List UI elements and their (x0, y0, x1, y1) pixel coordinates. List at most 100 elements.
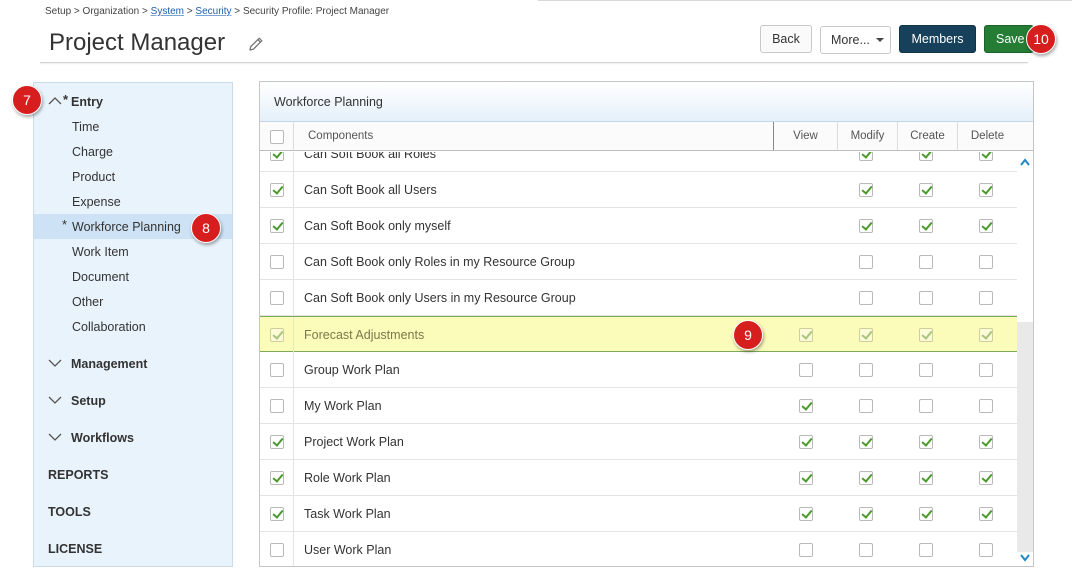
select-all-checkbox[interactable] (270, 130, 284, 144)
sidebar-item-charge[interactable]: Charge (34, 139, 232, 164)
breadcrumb-system[interactable]: System (151, 6, 184, 17)
table-row[interactable]: Group Work Plan (260, 352, 1017, 388)
table-row[interactable]: Can Soft Book only myself (260, 208, 1017, 244)
create-checkbox[interactable] (919, 291, 933, 305)
table-row[interactable]: User Work Plan (260, 532, 1017, 566)
back-button[interactable]: Back (760, 25, 812, 53)
delete-checkbox[interactable] (979, 543, 993, 557)
row-select-checkbox[interactable] (270, 363, 284, 377)
create-checkbox[interactable] (919, 363, 933, 377)
view-checkbox[interactable] (799, 471, 813, 485)
create-checkbox[interactable] (919, 152, 933, 161)
view-checkbox[interactable] (799, 399, 813, 413)
delete-checkbox[interactable] (979, 255, 993, 269)
sidebar-item-other[interactable]: Other (34, 289, 232, 314)
modify-checkbox[interactable] (859, 219, 873, 233)
sidebar-item-collaboration[interactable]: Collaboration (34, 314, 232, 339)
column-header-modify[interactable]: Modify (838, 122, 897, 150)
create-checkbox[interactable] (919, 255, 933, 269)
modify-checkbox[interactable] (859, 435, 873, 449)
delete-checkbox[interactable] (979, 183, 993, 197)
delete-checkbox[interactable] (979, 507, 993, 521)
breadcrumb-organization[interactable]: Organization (83, 6, 140, 17)
row-select-checkbox[interactable] (270, 507, 284, 521)
column-header-components[interactable]: Components (308, 122, 373, 150)
table-row[interactable]: Role Work Plan (260, 460, 1017, 496)
view-checkbox[interactable] (799, 328, 813, 342)
view-checkbox[interactable] (799, 435, 813, 449)
modify-checkbox[interactable] (859, 471, 873, 485)
table-row[interactable]: Can Soft Book all Roles (260, 152, 1017, 172)
breadcrumb-setup[interactable]: Setup (45, 6, 71, 17)
table-row[interactable]: Project Work Plan (260, 424, 1017, 460)
delete-checkbox[interactable] (979, 399, 993, 413)
modify-checkbox[interactable] (859, 183, 873, 197)
sidebar-item-tools[interactable]: TOOLS (34, 499, 232, 524)
create-checkbox[interactable] (919, 435, 933, 449)
row-select-checkbox[interactable] (270, 255, 284, 269)
sidebar-group-setup[interactable]: Setup (34, 388, 232, 413)
row-select-checkbox[interactable] (270, 328, 284, 342)
column-header-delete[interactable]: Delete (958, 122, 1017, 150)
delete-checkbox[interactable] (979, 291, 993, 305)
step-badge-7: 7 (12, 85, 42, 115)
sidebar-item-expense[interactable]: Expense (34, 189, 232, 214)
modify-checkbox[interactable] (859, 507, 873, 521)
sidebar-item-license[interactable]: LICENSE (34, 536, 232, 561)
delete-checkbox[interactable] (979, 328, 993, 342)
table-row[interactable]: My Work Plan (260, 388, 1017, 424)
row-select-checkbox[interactable] (270, 435, 284, 449)
row-select-checkbox[interactable] (270, 291, 284, 305)
row-select-checkbox[interactable] (270, 183, 284, 197)
delete-checkbox[interactable] (979, 363, 993, 377)
scrollbar-thumb[interactable] (1017, 322, 1033, 552)
breadcrumb-security[interactable]: Security (195, 6, 231, 17)
row-select-checkbox[interactable] (270, 152, 284, 161)
row-select-checkbox[interactable] (270, 471, 284, 485)
create-checkbox[interactable] (919, 219, 933, 233)
create-checkbox[interactable] (919, 399, 933, 413)
arrow-down-icon[interactable] (1020, 554, 1030, 562)
sidebar-group-workflows[interactable]: Workflows (34, 425, 232, 450)
table-row[interactable]: Forecast Adjustments (260, 316, 1017, 353)
sidebar-group-management[interactable]: Management (34, 351, 232, 376)
modify-checkbox[interactable] (859, 328, 873, 342)
column-header-create[interactable]: Create (898, 122, 957, 150)
view-checkbox[interactable] (799, 507, 813, 521)
row-select-checkbox[interactable] (270, 219, 284, 233)
create-checkbox[interactable] (919, 507, 933, 521)
row-select-checkbox[interactable] (270, 543, 284, 557)
modify-checkbox[interactable] (859, 399, 873, 413)
column-header-view[interactable]: View (774, 122, 837, 150)
create-checkbox[interactable] (919, 328, 933, 342)
view-checkbox[interactable] (799, 543, 813, 557)
delete-checkbox[interactable] (979, 471, 993, 485)
sidebar-item-time[interactable]: Time (34, 114, 232, 139)
sidebar-item-product[interactable]: Product (34, 164, 232, 189)
modify-checkbox[interactable] (859, 363, 873, 377)
delete-checkbox[interactable] (979, 152, 993, 161)
more-dropdown[interactable]: More... (820, 26, 891, 54)
create-checkbox[interactable] (919, 183, 933, 197)
arrow-up-icon[interactable] (1020, 158, 1030, 166)
create-checkbox[interactable] (919, 543, 933, 557)
sidebar-item-reports[interactable]: REPORTS (34, 462, 232, 487)
sidebar-group-entry[interactable]: * Entry (34, 89, 232, 114)
create-checkbox[interactable] (919, 471, 933, 485)
row-select-checkbox[interactable] (270, 399, 284, 413)
delete-checkbox[interactable] (979, 435, 993, 449)
pencil-icon[interactable] (247, 35, 265, 53)
table-row[interactable]: Task Work Plan (260, 496, 1017, 532)
table-row[interactable]: Can Soft Book only Roles in my Resource … (260, 244, 1017, 280)
table-row[interactable]: Can Soft Book all Users (260, 172, 1017, 208)
sidebar-item-document[interactable]: Document (34, 264, 232, 289)
members-button[interactable]: Members (899, 25, 976, 53)
vertical-scrollbar[interactable] (1017, 152, 1033, 566)
modify-checkbox[interactable] (859, 255, 873, 269)
table-row[interactable]: Can Soft Book only Users in my Resource … (260, 280, 1017, 316)
view-checkbox[interactable] (799, 363, 813, 377)
delete-checkbox[interactable] (979, 219, 993, 233)
modify-checkbox[interactable] (859, 291, 873, 305)
modify-checkbox[interactable] (859, 543, 873, 557)
modify-checkbox[interactable] (859, 152, 873, 161)
